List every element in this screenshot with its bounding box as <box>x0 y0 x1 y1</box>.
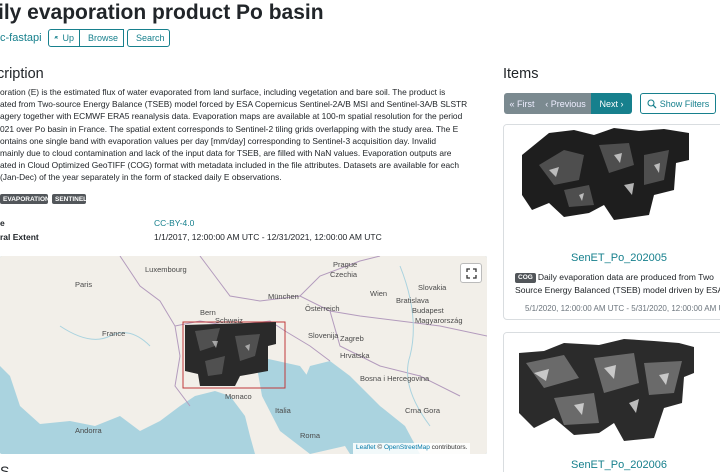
map-label-austria: Österreich <box>305 304 340 313</box>
item-thumbnail[interactable] <box>504 333 720 453</box>
pager-first-button[interactable]: « First <box>504 93 540 114</box>
search-button[interactable]: Search <box>127 29 170 47</box>
fullscreen-icon <box>465 267 477 279</box>
page-title: ily evaporation product Po basin <box>0 1 324 24</box>
arrow-up-icon <box>54 35 59 39</box>
map-label-prague: Prague <box>333 260 358 269</box>
map-label-rome: Roma <box>300 431 321 440</box>
catalog-link[interactable]: c-fastapi <box>0 32 42 44</box>
map-label-montenegro: Crna Gora <box>405 406 441 415</box>
pager-previous-button[interactable]: ‹ Previous <box>540 93 591 114</box>
map-label-croatia: Hrvatska <box>340 351 370 360</box>
item-card[interactable]: SenET_Po_202005 COG Daily evaporation dat… <box>503 124 720 320</box>
license-label: e <box>0 218 5 228</box>
map-label-munich: München <box>268 292 299 301</box>
item-thumbnail[interactable] <box>504 125 720 245</box>
pager-next-button[interactable]: Next › <box>591 93 632 114</box>
item-description-line: Source Energy Balanced (TSEB) model driv… <box>515 285 720 295</box>
map-label-bosnia: Bosna i Hercegovina <box>360 374 430 383</box>
description-line: ontains one single band with evaporation… <box>0 135 437 146</box>
description-line: agery together with ECMWF ERA5 reanalysi… <box>0 111 463 122</box>
map-label-paris: Paris <box>75 280 93 289</box>
show-filters-button[interactable]: Show Filters <box>640 93 716 114</box>
up-label: Up <box>62 33 74 43</box>
description-line: 021 over Po basin in France. The spatial… <box>0 123 459 134</box>
leaflet-link[interactable]: Leaflet <box>356 444 376 451</box>
item-description: COG Daily evaporation data are produced f… <box>515 271 720 297</box>
map-label-switzerland: Schweiz <box>215 316 243 325</box>
map-tiles <box>0 256 487 454</box>
map-label-czechia: Czechia <box>330 270 358 279</box>
item-card[interactable]: SenET_Po_202006 <box>503 332 720 472</box>
attribution-tail: contributors. <box>431 444 468 451</box>
license-value[interactable]: CC-BY-4.0 <box>154 218 194 228</box>
map-label-italy: Italia <box>275 406 291 415</box>
description-line: mainly due to cloud contamination and la… <box>0 148 452 159</box>
description-text: oration (E) is the estimated flux of wat… <box>0 86 490 184</box>
map-label-slovenia: Slovenija <box>308 331 339 340</box>
items-heading: Items <box>503 66 539 82</box>
fullscreen-button[interactable] <box>460 263 482 283</box>
cog-badge: COG <box>515 273 536 283</box>
map-label-bratislava: Bratislava <box>396 296 429 305</box>
keyword-badge: EVAPORATION <box>0 194 50 204</box>
map-label-france: France <box>102 329 126 338</box>
keyword-badge: SENTINEL <box>52 194 87 204</box>
show-filters-label: Show Filters <box>659 98 710 109</box>
description-line: (Jan-Dec) of the year separately in the … <box>0 172 282 183</box>
browse-label: Browse <box>88 33 119 43</box>
search-label: Search <box>136 33 165 43</box>
section-heading: S <box>0 463 10 472</box>
map-label-monaco: Monaco <box>225 392 252 401</box>
map-label-hungary: Magyarország <box>415 316 463 325</box>
map-label-andorra: Andorra <box>75 426 102 435</box>
description-line: ated in Cloud Optimized GeoTIFF (COG) fo… <box>0 160 459 171</box>
map-label-bern: Bern <box>200 308 216 317</box>
map-label-vienna: Wien <box>370 289 388 298</box>
map-label-luxembourg: Luxembourg <box>145 265 187 274</box>
map-label-slovakia: Slovakia <box>418 283 447 292</box>
description-line: oration (E) is the estimated flux of wat… <box>0 87 446 97</box>
item-description-line: Daily evaporation data are produced from… <box>537 272 714 282</box>
description-heading: cription <box>0 66 44 82</box>
osm-link[interactable]: OpenStreetMap <box>384 444 430 451</box>
browse-button[interactable]: Browse <box>79 29 124 47</box>
item-title[interactable]: SenET_Po_202005 <box>504 252 720 264</box>
description-line: ated from Two-source Energy Balance (TSE… <box>0 99 468 110</box>
search-icon <box>647 98 657 108</box>
item-title[interactable]: SenET_Po_202006 <box>504 459 720 471</box>
map-attribution: Leaflet © OpenStreetMap contributors. <box>353 443 471 454</box>
temporal-extent-value: 1/1/2017, 12:00:00 AM UTC - 12/31/2021, … <box>154 232 382 242</box>
map-label-budapest: Budapest <box>412 306 444 315</box>
up-button[interactable]: Up <box>48 29 80 47</box>
map-label-zagreb: Zagreb <box>340 334 364 343</box>
item-date-range: 5/1/2020, 12:00:00 AM UTC - 5/31/2020, 1… <box>525 304 720 313</box>
extent-map[interactable]: Luxembourg Prague Czechia Slovakia Paris… <box>0 256 487 454</box>
temporal-extent-label: ral Extent <box>0 232 39 242</box>
